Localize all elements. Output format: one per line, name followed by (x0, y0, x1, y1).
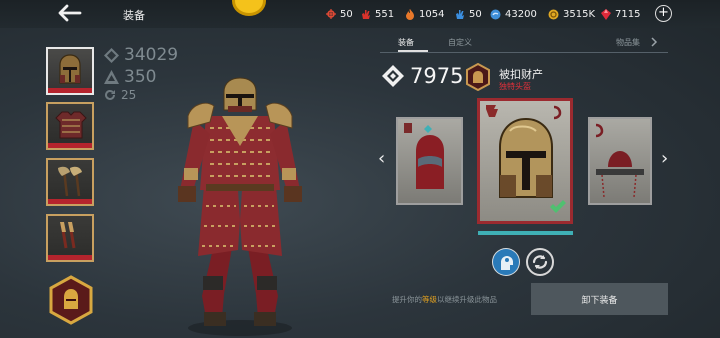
upgrade-progress-bar (478, 231, 573, 235)
power-stat: 34029 (104, 45, 178, 65)
slot-weapon[interactable] (46, 158, 94, 206)
head-profile-icon (493, 249, 519, 275)
resource-value: 50 (469, 8, 482, 20)
red-hand-icon (362, 9, 370, 19)
gold-coin-icon (548, 9, 559, 19)
level-value: 350 (124, 67, 157, 87)
tab-customize[interactable]: 自定义 (448, 37, 472, 48)
resource-blue-coin[interactable]: 43200 (490, 6, 537, 22)
set-bonus-hex-button[interactable] (48, 275, 94, 325)
resource-value: 50 (340, 8, 353, 20)
resource-gold-coin[interactable]: 3515K (548, 6, 595, 22)
armor-icon (55, 111, 87, 139)
power-value: 34029 (124, 45, 179, 65)
tab-equipment[interactable]: 装备 (398, 37, 414, 48)
clan-emblem-icon[interactable] (232, 0, 266, 16)
refresh-cycle-icon (105, 89, 115, 100)
resource-ruby[interactable]: 7115 (601, 6, 640, 22)
item-card-previous[interactable] (396, 117, 463, 205)
slot-rarity-bar (48, 199, 92, 204)
hero-character[interactable] (170, 76, 310, 338)
orange-flame-icon (406, 8, 414, 20)
swap-style-button[interactable] (526, 248, 554, 276)
slot-rarity-bar (48, 255, 92, 260)
resource-value: 3515K (563, 8, 596, 20)
inspect-item-button[interactable] (492, 248, 520, 276)
resource-value: 7115 (615, 8, 641, 20)
hint-suffix: 以继续升级此物品 (437, 295, 497, 304)
chevron-right-icon[interactable] (650, 37, 658, 47)
slot-rarity-bar (48, 88, 92, 93)
unequip-button[interactable]: 卸下装备 (531, 283, 668, 315)
slot-ranged[interactable] (46, 214, 94, 262)
resource-value: 43200 (505, 8, 537, 20)
active-tab-indicator (398, 50, 428, 52)
next-item-arrow[interactable]: › (661, 148, 668, 169)
resource-value: 551 (375, 8, 395, 20)
power-diamond-icon (382, 65, 404, 87)
upgrade-stat: 25 (104, 88, 136, 102)
item-type: 独特头盔 (499, 82, 531, 91)
triangle-level-icon (104, 70, 119, 84)
item-rank-badge-icon (466, 63, 490, 91)
page-title: 装备 (123, 9, 145, 22)
level-stat: 350 (104, 67, 156, 87)
ruby-icon (601, 8, 611, 20)
back-arrow-icon[interactable] (56, 3, 82, 23)
slot-rarity-bar (48, 143, 92, 148)
item-name: 被扣财产 (499, 68, 543, 81)
upgrade-progress-fill (478, 231, 573, 235)
add-currency-button[interactable]: + (655, 5, 672, 22)
red-cross-icon (326, 9, 336, 19)
axes-weapon-icon (58, 166, 82, 197)
slot-armor[interactable] (46, 102, 94, 150)
resource-value: 1054 (419, 8, 445, 20)
daggers-icon (60, 222, 76, 249)
helmet-icon (59, 54, 81, 84)
item-power: 7975 (382, 64, 463, 88)
resource-blue-hand[interactable]: 50 (455, 6, 482, 22)
top-bar: 装备 50 551 1054 50 43200 3515K 7115 + (0, 0, 720, 28)
equipment-screen: 装备 50 551 1054 50 43200 3515K 7115 + 340… (0, 0, 720, 338)
hint-prefix: 提升你的 (392, 295, 422, 304)
blue-hand-icon (456, 9, 464, 19)
swirl-icon (532, 255, 548, 269)
upgrade-hint-text: 提升你的等级以继续升级此物品 (392, 294, 497, 305)
item-tabs: 装备 自定义 物品集 (380, 35, 668, 53)
resource-red-cross[interactable]: 50 (326, 6, 353, 22)
blue-coin-icon (490, 9, 501, 19)
upgrade-value: 25 (121, 88, 137, 102)
resource-orange-flame[interactable]: 1054 (405, 6, 444, 22)
slot-helmet[interactable] (46, 47, 94, 95)
resource-red-hand[interactable]: 551 (361, 6, 394, 22)
power-diamond-icon (104, 47, 119, 63)
hint-level-link[interactable]: 等级 (422, 295, 437, 304)
item-card-next[interactable] (588, 117, 652, 205)
item-card-selected[interactable] (477, 98, 573, 224)
tab-item-set[interactable]: 物品集 (616, 37, 640, 48)
prev-item-arrow[interactable]: ‹ (378, 148, 385, 169)
item-power-value: 7975 (410, 64, 464, 88)
